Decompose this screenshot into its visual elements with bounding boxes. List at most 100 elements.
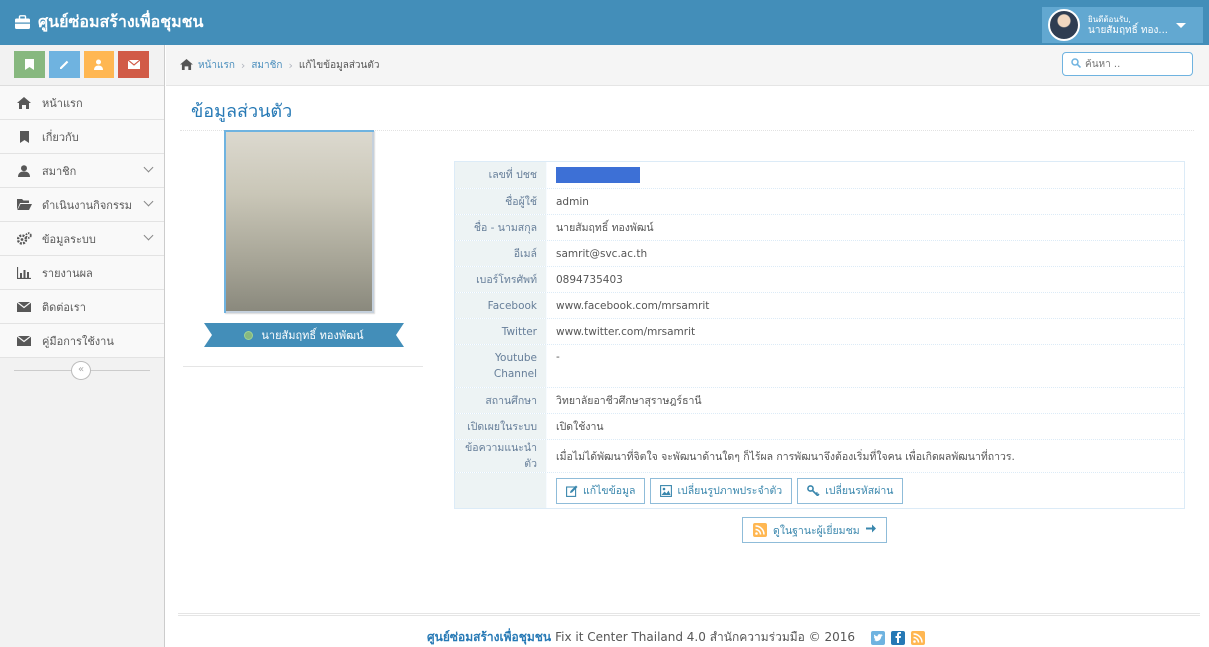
sidebar-item-label: รายงานผล	[42, 266, 93, 280]
picture-icon	[660, 484, 673, 497]
pencil-icon	[59, 60, 68, 69]
breadcrumb: หน้าแรก › สมาชิก › แก้ไขข้อมูลส่วนตัว	[166, 45, 1209, 86]
field-label: Youtube Channel	[455, 345, 547, 387]
profile-row-facebook: Facebook www.facebook.com/mrsamrit	[455, 292, 1184, 318]
sidebar-item-label: คู่มือการใช้งาน	[42, 334, 114, 348]
user-icon	[15, 164, 33, 177]
footer: ศูนย์ซ่อมสร้างเพื่อชุมชน Fix it Center T…	[427, 628, 926, 647]
field-value: วิทยาลัยอาชีวศึกษาสุราษฎร์ธานี	[556, 395, 702, 407]
field-value: www.twitter.com/mrsamrit	[556, 325, 696, 338]
field-label: ข้อความแนะนำตัว	[455, 440, 547, 472]
welcome-text: ยินดีต้อนรับ,	[1088, 15, 1131, 24]
profile-row-youtube: Youtube Channel -	[455, 344, 1184, 387]
shortcut-bookmark-button[interactable]	[14, 51, 45, 78]
sidebar-item-contact[interactable]: ติดต่อเรา	[0, 290, 164, 324]
sidebar-item-activities[interactable]: ดำเนินงานกิจกรรม	[0, 188, 164, 222]
divider	[178, 613, 1200, 616]
field-value: admin	[556, 195, 589, 208]
sidebar-collapse: «	[0, 358, 164, 384]
field-value: 0894735403	[556, 273, 623, 286]
breadcrumb-current: แก้ไขข้อมูลส่วนตัว	[298, 60, 380, 71]
avatar	[1048, 9, 1080, 41]
profile-row-publish: เปิดเผยในระบบ เปิดใช้งาน	[455, 413, 1184, 439]
field-label: อีเมล์	[455, 241, 547, 266]
users-icon	[94, 59, 104, 70]
field-label: Facebook	[455, 293, 547, 318]
sidebar-item-label: ดำเนินงานกิจกรรม	[42, 198, 133, 212]
profile-row-phone: เบอร์โทรศัพท์ 0894735403	[455, 266, 1184, 292]
profile-row-username: ชื่อผู้ใช้ admin	[455, 188, 1184, 214]
field-value: เมื่อไม่ได้พัฒนาที่จิตใจ จะพัฒนาด้านใดๆ …	[556, 450, 1015, 463]
breadcrumb-separator: ›	[240, 59, 246, 72]
shortcut-pencil-button[interactable]	[48, 51, 80, 78]
sidebar-item-reports[interactable]: รายงานผล	[0, 256, 164, 290]
user-name: นายสัมฤทธิ์ ทอง...	[1088, 25, 1168, 36]
edit-profile-button[interactable]: แก้ไขข้อมูล	[556, 477, 646, 504]
edit-icon	[566, 485, 578, 497]
folder-open-icon	[15, 199, 33, 210]
view-as-visitor-button[interactable]: ดูในฐานะผู้เยี่ยมชม	[742, 517, 887, 543]
redacted-id-value	[556, 167, 640, 183]
envelope-icon	[127, 60, 140, 69]
sidebar-item-label: ติดต่อเรา	[42, 300, 86, 314]
app-brand[interactable]: ศูนย์ซ่อมสร้างเพื่อชุมชน	[14, 10, 203, 35]
search-input[interactable]	[1085, 58, 1185, 70]
profile-name-ribbon: นายสัมฤทธิ์ ทองพัฒน์	[204, 323, 404, 347]
field-label: Twitter	[455, 319, 547, 344]
sidebar-item-label: ข้อมูลระบบ	[42, 232, 96, 246]
top-navbar: ศูนย์ซ่อมสร้างเพื่อชุมชน ยินดีต้อนรับ, น…	[0, 0, 1209, 45]
change-photo-button[interactable]: เปลี่ยนรูปภาพประจำตัว	[650, 477, 793, 504]
sidebar-item-home[interactable]: หน้าแรก	[0, 86, 164, 120]
breadcrumb-separator: ›	[288, 59, 293, 72]
sidebar-item-members[interactable]: สมาชิก	[0, 154, 164, 188]
field-label: ชื่อ - นามสกุล	[455, 215, 547, 240]
arrow-right-icon	[865, 524, 876, 536]
rss-icon[interactable]	[911, 630, 926, 645]
briefcase-icon	[14, 15, 31, 30]
breadcrumb-home-link[interactable]: หน้าแรก	[198, 58, 235, 73]
envelope-icon	[15, 301, 33, 312]
envelope-icon	[15, 335, 33, 346]
field-label: เบอร์โทรศัพท์	[455, 267, 547, 292]
collapse-sidebar-button[interactable]: «	[71, 361, 91, 380]
search-icon	[1071, 57, 1082, 71]
footer-text: Fix it Center Thailand 4.0 สำนักความร่วม…	[555, 630, 856, 644]
profile-display-name: นายสัมฤทธิ์ ทองพัฒน์	[261, 329, 364, 342]
shortcut-envelope-button[interactable]	[118, 51, 149, 78]
page-title: ข้อมูลส่วนตัว	[191, 101, 293, 122]
change-password-button[interactable]: เปลี่ยนรหัสผ่าน	[797, 477, 904, 504]
app-title: ศูนย์ซ่อมสร้างเพื่อชุมชน	[38, 12, 204, 31]
facebook-icon[interactable]	[891, 630, 906, 645]
user-menu[interactable]: ยินดีต้อนรับ, นายสัมฤทธิ์ ทอง...	[1042, 7, 1203, 43]
profile-row-twitter: Twitter www.twitter.com/mrsamrit	[455, 318, 1184, 344]
profile-row-id: เลขที่ ปชช	[455, 162, 1184, 188]
bookmark-icon	[15, 130, 33, 143]
sidebar: หน้าแรก เกี่ยวกับ สมาชิก ดำเนินงานกิจกรร…	[0, 45, 165, 647]
home-icon	[180, 58, 193, 73]
home-icon	[15, 96, 33, 109]
profile-row-actions: แก้ไขข้อมูล เปลี่ยนรูปภาพประจำตัว เปลี่ย…	[455, 472, 1184, 508]
sidebar-item-system[interactable]: ข้อมูลระบบ	[0, 222, 164, 256]
shortcut-users-button[interactable]	[83, 51, 115, 78]
online-status-icon	[244, 330, 254, 340]
sidebar-item-label: หน้าแรก	[42, 96, 83, 110]
profile-info-table: เลขที่ ปชช ชื่อผู้ใช้ admin ชื่อ - นามสก…	[454, 161, 1185, 509]
key-icon	[807, 485, 820, 496]
cogs-icon	[15, 232, 33, 245]
sidebar-item-manual[interactable]: คู่มือการใช้งาน	[0, 324, 164, 358]
profile-row-email: อีเมล์ samrit@svc.ac.th	[455, 240, 1184, 266]
sidebar-item-about[interactable]: เกี่ยวกับ	[0, 120, 164, 154]
sidebar-shortcuts	[0, 45, 164, 86]
caret-down-icon	[1175, 22, 1186, 28]
search-box	[1062, 52, 1193, 76]
rss-icon	[753, 523, 767, 537]
twitter-icon[interactable]	[871, 630, 886, 645]
field-value: www.facebook.com/mrsamrit	[556, 299, 710, 312]
field-value: นายสัมฤทธิ์ ทองพัฒน์	[556, 222, 654, 234]
profile-row-school: สถานศึกษา วิทยาลัยอาชีวศึกษาสุราษฎร์ธานี	[455, 387, 1184, 413]
divider	[183, 366, 423, 367]
bookmark-icon	[24, 59, 34, 70]
profile-photo[interactable]	[224, 130, 374, 313]
breadcrumb-members-link[interactable]: สมาชิก	[251, 58, 282, 73]
field-value: samrit@svc.ac.th	[556, 247, 648, 260]
